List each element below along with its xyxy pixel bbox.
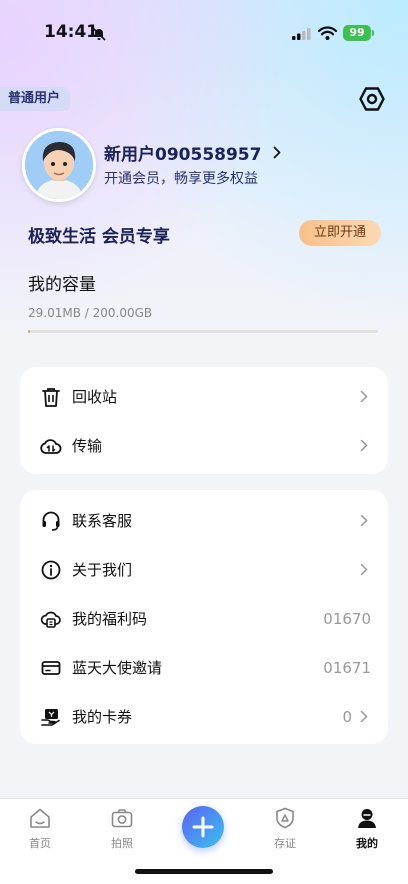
plus-icon bbox=[192, 816, 214, 838]
avatar[interactable] bbox=[22, 128, 96, 202]
my-coupons-label: 我的卡券 bbox=[72, 708, 133, 726]
coupon-icon bbox=[41, 709, 60, 726]
capacity-progress-bar bbox=[28, 330, 378, 333]
capacity-usage-text: 29.01MB / 200.00GB bbox=[28, 306, 153, 320]
ambassador-invite-value: 01671 bbox=[323, 659, 371, 677]
username-row[interactable]: 新用户090558957 bbox=[104, 140, 281, 165]
camera-icon bbox=[111, 809, 133, 828]
welfare-code-row[interactable]: 我的福利码 01670 bbox=[20, 594, 388, 643]
membership-badge: 普通用户 bbox=[0, 87, 71, 111]
transfer-label: 传输 bbox=[72, 437, 103, 455]
shield-icon bbox=[276, 807, 294, 829]
chevron-right-icon bbox=[360, 390, 368, 403]
vip-title: 极致生活 会员专享 bbox=[28, 227, 170, 247]
capacity-title: 我的容量 bbox=[28, 275, 96, 295]
transfer-row[interactable]: 传输 bbox=[20, 421, 388, 470]
tab-home-label: 首页 bbox=[29, 837, 51, 850]
tab-certificate-label: 存证 bbox=[274, 837, 296, 850]
cloud-transfer-icon bbox=[40, 439, 62, 454]
wifi-icon bbox=[318, 26, 337, 40]
status-bar: 14:41 99 bbox=[0, 0, 408, 66]
chevron-right-icon bbox=[360, 710, 368, 723]
tab-mine[interactable]: 我的 bbox=[337, 807, 397, 851]
tab-certificate[interactable]: 存证 bbox=[255, 807, 315, 851]
person-icon bbox=[358, 809, 376, 828]
recycle-bin-label: 回收站 bbox=[72, 388, 118, 406]
headset-icon bbox=[42, 511, 60, 531]
tab-camera[interactable]: 拍照 bbox=[92, 807, 152, 851]
trash-icon bbox=[42, 388, 60, 407]
welfare-code-label: 我的福利码 bbox=[72, 610, 148, 628]
battery-indicator: 99 bbox=[343, 25, 371, 41]
services-card: 联系客服 关于我们 我的福利码 01670 蓝天大使邀请 01671 我的卡券 … bbox=[20, 490, 388, 744]
home-icon bbox=[30, 808, 50, 828]
home-indicator bbox=[135, 869, 273, 874]
info-icon bbox=[41, 560, 61, 580]
capacity-progress-fill bbox=[28, 330, 31, 333]
avatar-illustration bbox=[25, 131, 93, 199]
customer-service-row[interactable]: 联系客服 bbox=[20, 496, 388, 545]
cellular-signal-icon bbox=[292, 28, 311, 40]
about-us-row[interactable]: 关于我们 bbox=[20, 545, 388, 594]
chevron-right-icon bbox=[274, 146, 281, 159]
chevron-right-icon bbox=[360, 563, 368, 576]
gift-code-icon bbox=[40, 611, 61, 628]
my-coupons-value: 0 bbox=[342, 708, 352, 726]
recycle-bin-row[interactable]: 回收站 bbox=[20, 372, 388, 421]
add-button[interactable] bbox=[182, 806, 224, 848]
welfare-code-value: 01670 bbox=[323, 610, 371, 628]
battery-tip bbox=[372, 30, 374, 36]
bell-muted-icon bbox=[92, 27, 106, 41]
storage-actions-card: 回收站 传输 bbox=[20, 367, 388, 474]
ambassador-invite-label: 蓝天大使邀请 bbox=[72, 659, 163, 677]
about-us-label: 关于我们 bbox=[72, 561, 133, 579]
tab-camera-label: 拍照 bbox=[111, 837, 133, 850]
username: 新用户090558957 bbox=[104, 145, 262, 165]
settings-icon[interactable] bbox=[359, 86, 385, 112]
my-coupons-row[interactable]: 我的卡券 0 bbox=[20, 692, 388, 741]
open-membership-button[interactable]: 立即开通 bbox=[299, 220, 381, 246]
chevron-right-icon bbox=[360, 514, 368, 527]
membership-promo-text: 开通会员，畅享更多权益 bbox=[104, 171, 258, 187]
tab-home[interactable]: 首页 bbox=[10, 807, 70, 851]
card-icon bbox=[41, 661, 61, 675]
customer-service-label: 联系客服 bbox=[72, 512, 133, 530]
tab-mine-label: 我的 bbox=[356, 837, 378, 850]
chevron-right-icon bbox=[360, 439, 368, 452]
ambassador-invite-row[interactable]: 蓝天大使邀请 01671 bbox=[20, 643, 388, 692]
status-time: 14:41 bbox=[44, 22, 99, 42]
